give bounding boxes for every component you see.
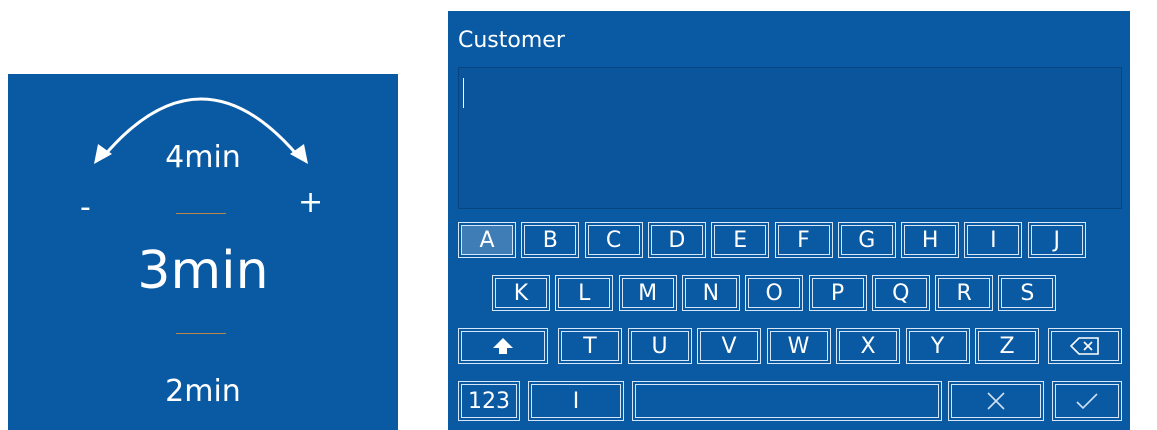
key-d[interactable]: D — [646, 221, 707, 259]
swipe-arrows-icon — [94, 97, 308, 164]
key-j[interactable]: J — [1026, 221, 1087, 259]
text-cursor-key[interactable]: I — [527, 380, 625, 422]
key-q[interactable]: Q — [870, 274, 931, 312]
previous-duration-option[interactable]: 2min — [8, 374, 398, 409]
key-i[interactable]: I — [963, 221, 1024, 259]
key-x[interactable]: X — [835, 327, 901, 365]
check-icon — [1076, 393, 1098, 410]
key-m[interactable]: M — [617, 274, 678, 312]
shift-up-arrow-icon — [493, 338, 513, 354]
increment-button[interactable]: + — [298, 188, 323, 218]
key-u[interactable]: U — [626, 327, 693, 365]
backspace-icon — [1070, 337, 1099, 355]
key-v[interactable]: V — [696, 327, 762, 365]
next-duration-option[interactable]: 4min — [8, 140, 398, 175]
selected-duration: 3min — [137, 241, 269, 301]
space-key[interactable] — [631, 380, 943, 422]
key-g[interactable]: G — [836, 221, 897, 259]
key-y[interactable]: Y — [904, 327, 971, 365]
keyboard-dialog: Customer A B C D E F G H I J K L M N O P Q R S T U V W X Y Z 123 I — [448, 11, 1130, 430]
key-l[interactable]: L — [554, 274, 615, 312]
key-w[interactable]: W — [765, 327, 832, 365]
key-f[interactable]: F — [773, 221, 834, 259]
confirm-key[interactable] — [1051, 380, 1123, 422]
cross-icon — [987, 392, 1005, 410]
key-z[interactable]: Z — [974, 327, 1040, 365]
text-input[interactable] — [458, 67, 1122, 209]
key-k[interactable]: K — [491, 274, 551, 312]
decrement-button[interactable]: - — [80, 193, 91, 223]
cancel-key[interactable] — [947, 380, 1045, 422]
backspace-key[interactable] — [1047, 327, 1123, 365]
key-a[interactable]: A — [457, 221, 517, 259]
key-e[interactable]: E — [710, 221, 771, 259]
divider — [176, 213, 226, 214]
key-c[interactable]: C — [583, 221, 644, 259]
key-t[interactable]: T — [557, 327, 623, 365]
key-n[interactable]: N — [680, 274, 741, 312]
field-title: Customer — [458, 28, 565, 53]
text-caret — [463, 78, 464, 108]
key-o[interactable]: O — [744, 274, 805, 312]
key-h[interactable]: H — [900, 221, 961, 259]
key-r[interactable]: R — [934, 274, 995, 312]
key-p[interactable]: P — [807, 274, 868, 312]
duration-picker[interactable]: - + 4min 3min 2min — [8, 74, 398, 430]
key-s[interactable]: S — [997, 274, 1058, 312]
shift-key[interactable] — [457, 327, 549, 365]
divider — [176, 333, 226, 334]
key-b[interactable]: B — [520, 221, 581, 259]
numbers-key[interactable]: 123 — [457, 380, 521, 422]
